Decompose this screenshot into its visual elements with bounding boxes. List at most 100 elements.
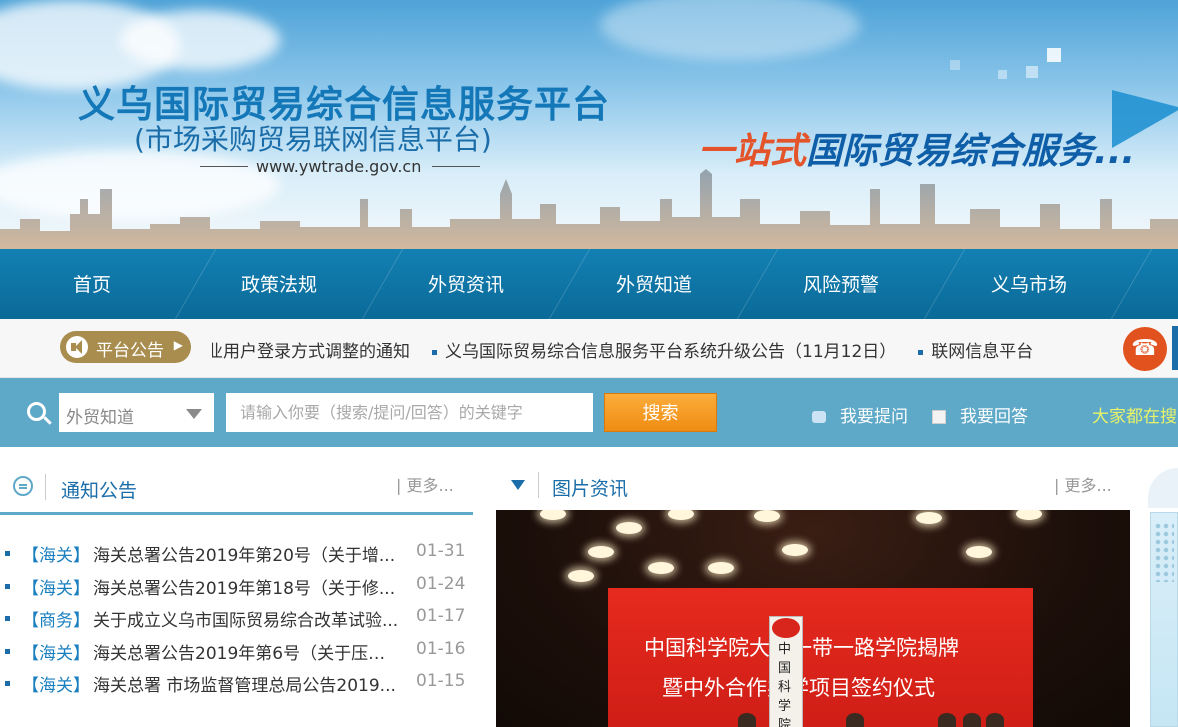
message-icon bbox=[13, 476, 33, 496]
decor-square bbox=[1047, 48, 1061, 62]
announcement-marquee: 台企业用户登录方式调整的通知 义乌国际贸易综合信息服务平台系统升级公告（11月12… bbox=[212, 337, 1090, 361]
search-bar: 外贸知道 搜索 我要提问 我要回答 大家都在搜 bbox=[0, 378, 1178, 447]
decor-square bbox=[1026, 66, 1038, 78]
ask-question-label: 我要提问 bbox=[840, 407, 908, 427]
notice-date: 01-24 bbox=[416, 573, 466, 594]
search-category-value: 外贸知道 bbox=[66, 408, 134, 428]
notice-title[interactable]: 海关总署 市场监督管理总局公告2019... bbox=[93, 671, 401, 696]
notice-title[interactable]: 海关总署公告2019年第18号（关于修... bbox=[93, 574, 401, 599]
side-panel bbox=[1148, 468, 1178, 727]
list-item[interactable]: 【海关】 海关总署 市场监督管理总局公告2019... 01-15 bbox=[0, 669, 473, 702]
announcement-badge[interactable]: 平台公告 ▶ bbox=[60, 331, 191, 363]
event-backdrop: 中国科学院大学一带一路学院揭牌 暨中外合作办学项目签约仪式 bbox=[608, 588, 1033, 727]
phone-icon[interactable]: ☎ bbox=[1123, 327, 1167, 371]
nav-trade-knowledge[interactable]: 外贸知道 bbox=[579, 249, 729, 319]
nav-policy[interactable]: 政策法规 bbox=[204, 249, 354, 319]
list-item[interactable]: 【商务】 关于成立义乌市国际贸易综合改革试验... 01-17 bbox=[0, 604, 473, 637]
notice-date: 01-17 bbox=[416, 606, 466, 626]
notices-list: 【海关】 海关总署公告2019年第20号（关于增... 01-31 【海关】 海… bbox=[0, 539, 473, 702]
dot-pattern-decoration bbox=[1154, 522, 1174, 582]
slogan-highlight: 一站式 bbox=[698, 131, 807, 172]
list-item[interactable]: 【海关】 海关总署公告2019年第6号（关于压缩... 01-16 bbox=[0, 637, 473, 670]
main-nav: 首页 政策法规 外贸资讯 外贸知道 风险预警 义乌市场 bbox=[0, 249, 1178, 319]
chevron-down-icon bbox=[186, 409, 202, 419]
bullet-icon bbox=[432, 349, 437, 355]
nav-separator bbox=[1110, 249, 1153, 319]
attendee bbox=[963, 713, 981, 727]
search-button[interactable]: 搜索 bbox=[604, 393, 717, 432]
divider bbox=[45, 474, 46, 500]
ceiling-lamp bbox=[708, 562, 734, 574]
nav-risk-warning[interactable]: 风险预警 bbox=[766, 249, 916, 319]
cloud-decoration bbox=[600, 0, 860, 60]
nav-home[interactable]: 首页 bbox=[17, 249, 167, 319]
announcement-badge-label: 平台公告 bbox=[96, 341, 164, 361]
play-arrow-icon: ▶ bbox=[173, 338, 183, 352]
decor-square bbox=[950, 60, 960, 70]
divider bbox=[200, 166, 248, 167]
answer-question-link[interactable]: 我要回答 bbox=[932, 402, 1028, 427]
cloud-decoration bbox=[120, 10, 280, 70]
announcement-item-text: 联网信息平台 bbox=[931, 342, 1034, 361]
photo-news-image[interactable]: 中国科学院大学一带一路学院揭牌 暨中外合作办学项目签约仪式 中国科学院大 bbox=[496, 510, 1130, 727]
ceiling-lamp bbox=[616, 522, 642, 534]
search-input[interactable] bbox=[226, 393, 593, 432]
slogan: 一站式国际贸易综合服务... bbox=[698, 122, 1135, 174]
bullet-icon bbox=[5, 616, 10, 621]
notices-more-link[interactable]: | 更多... bbox=[396, 472, 454, 496]
ceiling-lamp bbox=[1016, 510, 1042, 520]
ceiling-lamp bbox=[648, 562, 674, 574]
ceiling-lamp bbox=[588, 546, 614, 558]
site-subtitle: (市场采购贸易联网信息平台) bbox=[134, 123, 492, 156]
ceiling-lamp bbox=[754, 510, 780, 522]
announcement-item[interactable]: 台企业用户登录方式调整的通知 bbox=[212, 337, 410, 361]
announcement-bar: 平台公告 ▶ 台企业用户登录方式调整的通知 义乌国际贸易综合信息服务平台系统升级公… bbox=[0, 319, 1178, 378]
notice-title[interactable]: 关于成立义乌市国际贸易综合改革试验... bbox=[93, 606, 401, 631]
chat-bubble-icon bbox=[812, 411, 826, 423]
speaker-icon bbox=[66, 336, 88, 358]
bullet-icon bbox=[5, 551, 10, 556]
photo-news-title: 图片资讯 bbox=[552, 478, 629, 500]
announcement-item-text: 义乌国际贸易综合信息服务平台系统升级公告（11月12日） bbox=[445, 342, 897, 361]
attendee bbox=[938, 713, 956, 727]
list-item[interactable]: 【海关】 海关总署公告2019年第18号（关于修... 01-24 bbox=[0, 572, 473, 605]
notice-title[interactable]: 海关总署公告2019年第20号（关于增... bbox=[93, 541, 401, 566]
ceiling-lamp bbox=[540, 510, 566, 520]
attendee bbox=[738, 713, 756, 727]
search-icon bbox=[27, 402, 46, 421]
ask-question-link[interactable]: 我要提问 bbox=[812, 402, 908, 427]
notices-panel: 通知公告 | 更多... 【海关】 海关总署公告2019年第20号（关于增...… bbox=[0, 462, 473, 727]
bullet-icon bbox=[918, 349, 924, 355]
photo-news-more-link[interactable]: | 更多... bbox=[1054, 472, 1112, 496]
announcement-item[interactable]: 联网信息平台 bbox=[918, 337, 1033, 361]
hot-searches-label: 大家都在搜 bbox=[1092, 407, 1177, 427]
side-panel-header bbox=[1148, 468, 1178, 508]
bullet-icon bbox=[5, 648, 10, 654]
list-item[interactable]: 【海关】 海关总署公告2019年第20号（关于增... 01-31 bbox=[0, 539, 473, 572]
notice-category: 【海关】 bbox=[22, 676, 90, 696]
notice-category: 【商务】 bbox=[22, 611, 90, 631]
photo-news-header: 图片资讯 | 更多... bbox=[496, 462, 1130, 510]
bullet-icon bbox=[5, 583, 10, 589]
plaque-text: 中国科学院大 bbox=[778, 642, 792, 727]
notice-date: 01-16 bbox=[416, 638, 466, 659]
search-category-select[interactable]: 外贸知道 bbox=[59, 393, 214, 432]
ceiling-lamp bbox=[568, 570, 594, 582]
notice-title[interactable]: 海关总署公告2019年第6号（关于压缩... bbox=[93, 639, 401, 664]
divider bbox=[432, 166, 480, 167]
ceiling-lamp bbox=[668, 510, 694, 520]
ribbon-bow bbox=[772, 618, 800, 638]
nav-yiwu-market[interactable]: 义乌市场 bbox=[954, 249, 1104, 319]
nav-trade-news[interactable]: 外贸资讯 bbox=[391, 249, 541, 319]
notice-category: 【海关】 bbox=[22, 578, 90, 599]
notice-date: 01-15 bbox=[416, 671, 466, 691]
notices-title: 通知公告 bbox=[61, 480, 138, 502]
announcement-item[interactable]: 义乌国际贸易综合信息服务平台系统升级公告（11月12日） bbox=[432, 337, 896, 361]
city-skyline-image bbox=[0, 169, 1178, 249]
answer-question-label: 我要回答 bbox=[960, 407, 1028, 427]
slogan-text: 国际贸易综合服务... bbox=[806, 131, 1136, 172]
notices-header: 通知公告 | 更多... bbox=[0, 462, 473, 515]
triangle-down-icon bbox=[511, 480, 525, 490]
attendee bbox=[986, 713, 1004, 727]
attendee bbox=[846, 713, 864, 727]
